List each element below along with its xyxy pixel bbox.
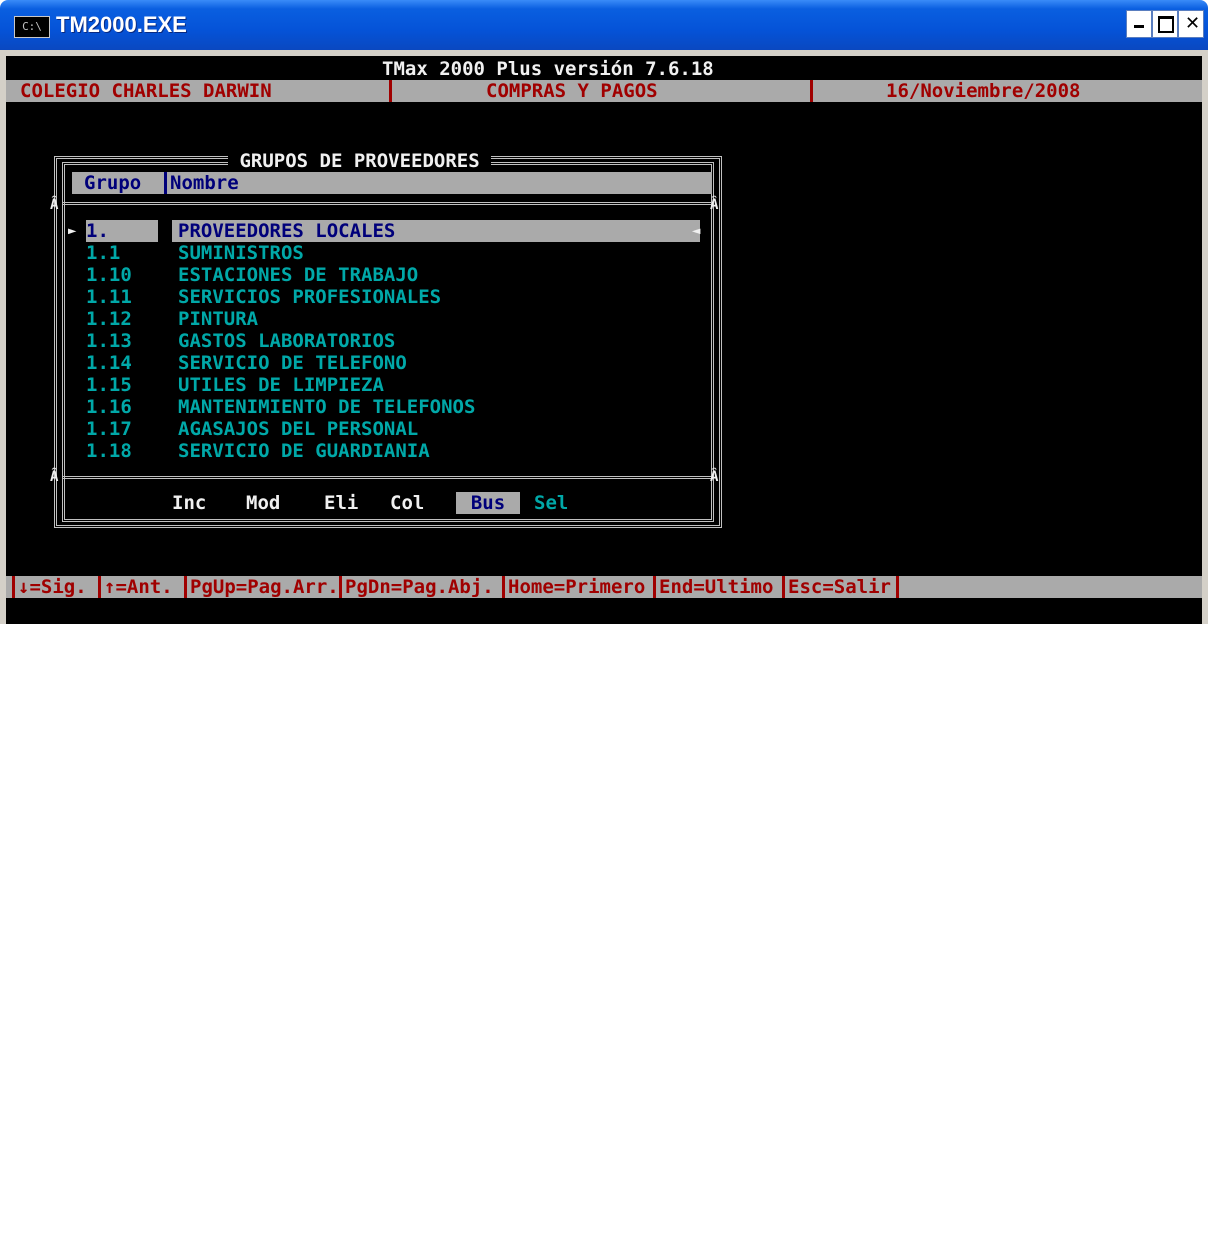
list-item-name[interactable]: UTILES DE LIMPIEZA (178, 374, 384, 396)
scroll-up-marker: Â (710, 197, 719, 213)
list-item-code[interactable]: 1.10 (86, 264, 132, 286)
console-window: C:\ TM2000.EXE ✕ TMax 2000 Plus versión … (0, 0, 1208, 624)
title-bar[interactable]: C:\ TM2000.EXE ✕ (0, 0, 1208, 50)
window-title: TM2000.EXE (56, 12, 187, 37)
delete-action[interactable]: Eli (324, 492, 358, 514)
company-name: COLEGIO CHARLES DARWIN (20, 80, 272, 102)
scroll-up-marker: Â (50, 197, 59, 213)
search-action[interactable]: Bus (456, 492, 520, 514)
minimize-icon (1134, 25, 1144, 28)
key-separator (502, 576, 505, 598)
header-divider (389, 80, 392, 102)
key-separator (12, 576, 15, 598)
key-next[interactable]: ↓=Sig. (18, 576, 87, 598)
key-separator (339, 576, 342, 598)
key-page-down[interactable]: PgDn=Pag.Abj. (345, 576, 494, 598)
list-item-name[interactable]: PROVEEDORES LOCALES (178, 220, 395, 242)
header-date: 16/Noviembre/2008 (886, 80, 1081, 102)
list-item-code[interactable]: 1.12 (86, 308, 132, 330)
key-home[interactable]: Home=Primero (508, 576, 645, 598)
column-name[interactable]: Nombre (170, 172, 239, 194)
list-item-name[interactable]: SUMINISTROS (178, 242, 304, 264)
key-separator (98, 576, 101, 598)
list-item-code[interactable]: 1.16 (86, 396, 132, 418)
list-bottom-separator (62, 476, 714, 479)
provider-group-list[interactable]: ► ◄ 1. PROVEEDORES LOCALES 1.1 SUMINISTR… (66, 220, 706, 462)
key-separator (184, 576, 187, 598)
list-item-code[interactable]: 1.14 (86, 352, 132, 374)
modify-action[interactable]: Mod (246, 492, 280, 514)
list-top-separator (62, 202, 714, 205)
maximize-button[interactable] (1152, 10, 1178, 38)
row-pointer-left-icon: ► (68, 223, 77, 239)
list-item-code[interactable]: 1.13 (86, 330, 132, 352)
maximize-icon (1158, 16, 1174, 33)
list-item-name[interactable]: SERVICIO DE GUARDIANIA (178, 440, 430, 462)
list-item-name[interactable]: SERVICIO DE TELEFONO (178, 352, 407, 374)
list-item-name[interactable]: MANTENIMIENTO DE TELEFONOS (178, 396, 475, 418)
key-end[interactable]: End=Ultimo (659, 576, 773, 598)
key-previous[interactable]: ↑=Ant. (104, 576, 173, 598)
console-area[interactable]: TMax 2000 Plus versión 7.6.18 COLEGIO CH… (6, 56, 1202, 624)
column-action[interactable]: Col (390, 492, 424, 514)
close-button[interactable]: ✕ (1178, 10, 1204, 38)
list-item-name[interactable]: SERVICIOS PROFESIONALES (178, 286, 441, 308)
list-item-name[interactable]: PINTURA (178, 308, 258, 330)
list-item-code[interactable]: 1.1 (86, 242, 120, 264)
list-item-code[interactable]: 1.18 (86, 440, 132, 462)
select-action[interactable]: Sel (534, 492, 568, 514)
include-action[interactable]: Inc (172, 492, 206, 514)
column-header (72, 172, 712, 194)
app-title: TMax 2000 Plus versión 7.6.18 (382, 58, 714, 80)
dialog-title: GRUPOS DE PROVEEDORES (228, 150, 492, 172)
key-separator (896, 576, 899, 598)
row-pointer-right-icon: ◄ (692, 223, 701, 239)
minimize-button[interactable] (1126, 10, 1152, 38)
module-name: COMPRAS Y PAGOS (486, 80, 658, 102)
key-separator (653, 576, 656, 598)
key-separator (782, 576, 785, 598)
key-page-up[interactable]: PgUp=Pag.Arr. (190, 576, 339, 598)
list-item-name[interactable]: AGASAJOS DEL PERSONAL (178, 418, 418, 440)
list-item-name[interactable]: GASTOS LABORATORIOS (178, 330, 395, 352)
list-item-code[interactable]: 1.17 (86, 418, 132, 440)
column-divider (164, 172, 167, 194)
scroll-down-marker: Â (710, 469, 719, 485)
column-group[interactable]: Grupo (84, 172, 141, 194)
list-item-name[interactable]: ESTACIONES DE TRABAJO (178, 264, 418, 286)
console-icon[interactable]: C:\ (14, 16, 50, 38)
key-escape[interactable]: Esc=Salir (788, 576, 891, 598)
header-divider (810, 80, 813, 102)
list-item-code[interactable]: 1. (86, 220, 109, 242)
scroll-down-marker: Â (50, 469, 59, 485)
list-item-code[interactable]: 1.11 (86, 286, 132, 308)
list-item-code[interactable]: 1.15 (86, 374, 132, 396)
close-icon: ✕ (1185, 13, 1201, 34)
